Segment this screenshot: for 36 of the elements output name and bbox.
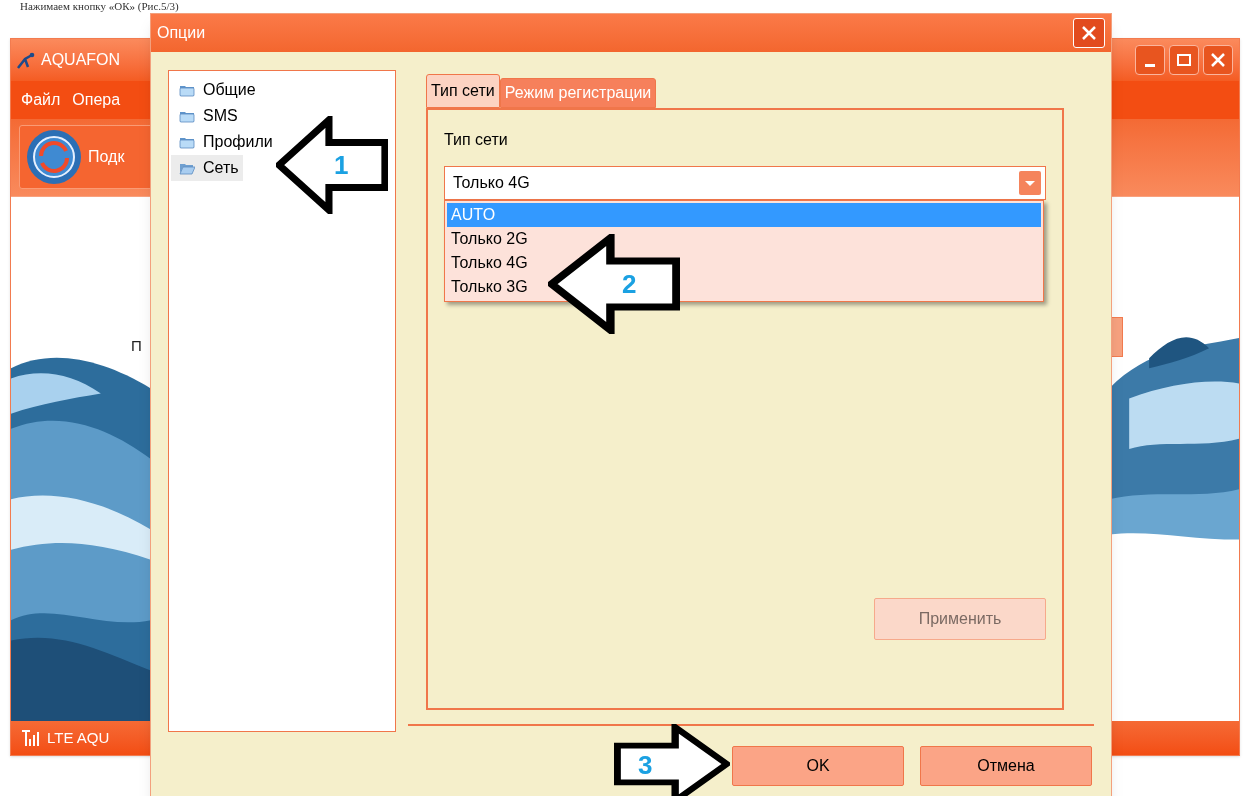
dialog-button[interactable]: OK (732, 746, 904, 786)
callout-number: 1 (334, 152, 349, 178)
dialog-title: Опции (157, 23, 206, 43)
tree-item[interactable]: Профили (171, 129, 277, 155)
tab[interactable]: Тип сети (426, 74, 500, 108)
sync-icon (26, 129, 82, 185)
app-title: AQUAFON (41, 50, 121, 70)
minimize-icon (1145, 63, 1155, 67)
close-icon (1211, 53, 1225, 67)
signal-icon (21, 729, 39, 747)
tree-item[interactable]: Общие (171, 77, 260, 103)
folder-icon (179, 135, 195, 149)
dialog-button[interactable]: Отмена (920, 746, 1092, 786)
maximize-icon (1177, 54, 1191, 66)
status-text: LTE AQU (47, 727, 110, 748)
content-text: П (131, 336, 142, 356)
caption: Нажимаем кнопку «ОК» (Рис.5/3) (20, 0, 179, 12)
logo-icon (15, 50, 35, 70)
open-folder-icon (179, 161, 195, 175)
network-type-select[interactable]: Только 4G (444, 166, 1046, 200)
dropdown-option[interactable]: Только 4G (447, 251, 530, 275)
tree-item[interactable]: Сеть (171, 155, 243, 181)
dropdown-option[interactable]: Только 2G (447, 227, 530, 251)
menu-item[interactable]: Опера (72, 88, 121, 112)
callout-number: 3 (638, 752, 653, 778)
field-label: Тип сети (444, 130, 509, 150)
minimize-button[interactable] (1135, 45, 1165, 75)
tree-item[interactable]: SMS (171, 103, 242, 129)
callout-number: 2 (622, 271, 637, 297)
folder-icon (179, 83, 195, 97)
dropdown-option[interactable]: Только 3G (447, 275, 530, 299)
maximize-button[interactable] (1169, 45, 1199, 75)
folder-icon (179, 109, 195, 123)
close-button[interactable] (1203, 45, 1233, 75)
menu-item[interactable]: Файл (21, 88, 61, 112)
close-icon (1080, 24, 1098, 42)
